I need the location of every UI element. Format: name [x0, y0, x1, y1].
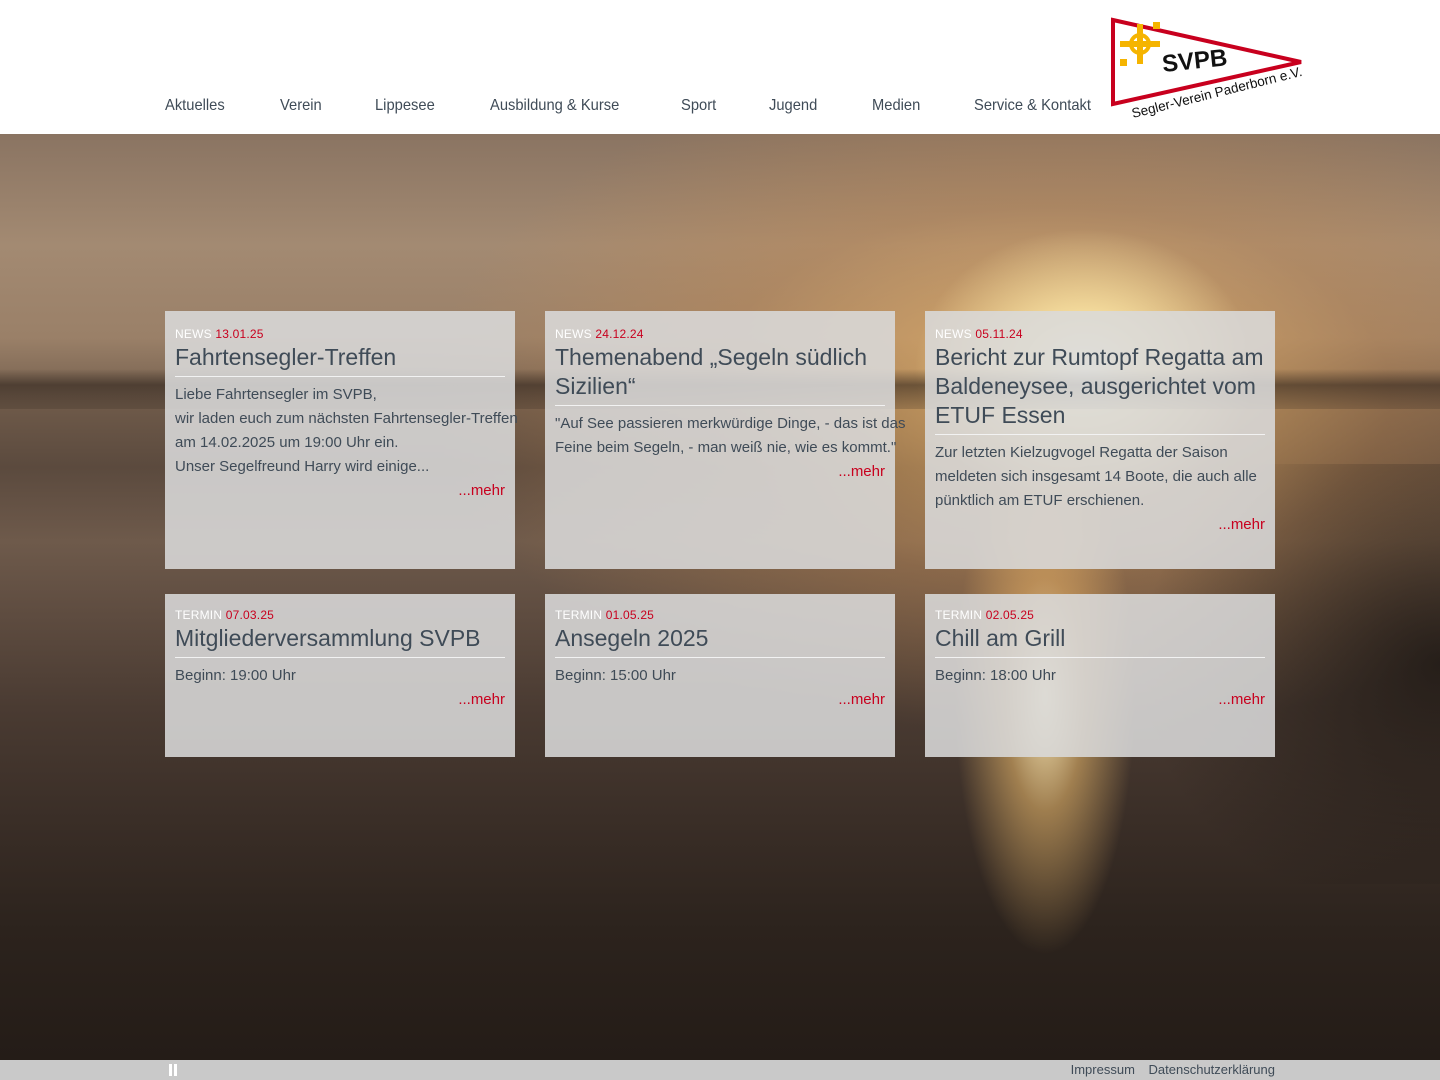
card-kind: Termin [555, 608, 603, 622]
news-card[interactable]: News 24.12.24 Themenabend „Segeln südlic… [545, 311, 906, 569]
footer-link-datenschutz[interactable]: Datenschutzerklärung [1149, 1062, 1275, 1077]
card-title-line: Sizilien“ [555, 373, 636, 399]
footer-link-impressum[interactable]: Impressum [1071, 1062, 1135, 1077]
card-meta: News 24.12.24 [555, 325, 885, 343]
card-title-line: ETUF Essen [935, 402, 1066, 428]
card-meta: News 13.01.25 [175, 325, 505, 343]
card-text-line: pünktlich am ETUF erschienen. [935, 492, 1145, 509]
card-text: Beginn: 18:00 Uhr [935, 664, 1265, 688]
site-header: Aktuelles Verein Lippesee Ausbildung & K… [0, 0, 1440, 134]
event-card[interactable]: Termin 02.05.25 Chill am Grill Beginn: 1… [925, 594, 1275, 757]
nav-item-service-kontakt[interactable]: Service & Kontakt [974, 97, 1091, 115]
svpb-logo[interactable]: SVPB Segler-Verein Paderborn e.V. [1105, 14, 1310, 124]
card-text-line: am 14.02.2025 um 19:00 Uhr ein. [175, 434, 399, 451]
card-meta: News 05.11.24 [935, 325, 1265, 343]
card-text: "Auf See passieren merkwürdige Dinge, - … [555, 412, 906, 460]
more-link[interactable]: ...mehr [175, 688, 505, 712]
card-title-line: Bericht zur Rumtopf Regatta am [935, 344, 1264, 370]
card-text-line: "Auf See passieren merkwürdige Dinge, - … [555, 415, 906, 432]
card-date: 05.11.24 [975, 327, 1023, 341]
site-footer: Impressum Datenschutzerklärung [0, 1060, 1440, 1080]
card-title[interactable]: Ansegeln 2025 [555, 624, 885, 658]
card-title[interactable]: Chill am Grill [935, 624, 1265, 658]
more-link[interactable]: ...mehr [935, 688, 1265, 712]
more-link[interactable]: ...mehr [175, 479, 505, 503]
card-date: 01.05.25 [605, 608, 655, 622]
card-title[interactable]: Themenabend „Segeln südlich Sizilien“ [555, 343, 885, 406]
card-text-line: wir laden euch zum nächsten Fahrtensegle… [175, 410, 518, 427]
news-card[interactable]: News 13.01.25 Fahrtensegler-Treffen Lieb… [165, 311, 518, 569]
footer-links: Impressum Datenschutzerklärung [1061, 1062, 1275, 1077]
card-text: Liebe Fahrtensegler im SVPB, wir laden e… [175, 383, 518, 479]
event-card[interactable]: Termin 07.03.25 Mitgliederversammlung SV… [165, 594, 515, 757]
more-link[interactable]: ...mehr [935, 513, 1265, 537]
card-date: 02.05.25 [985, 608, 1035, 622]
card-kind: News [555, 327, 592, 341]
event-card[interactable]: Termin 01.05.25 Ansegeln 2025 Beginn: 15… [545, 594, 895, 757]
more-link[interactable]: ...mehr [555, 688, 885, 712]
card-meta: Termin 01.05.25 [555, 606, 885, 624]
card-title[interactable]: Mitgliederversammlung SVPB [175, 624, 505, 658]
card-kind: News [935, 327, 972, 341]
card-text: Beginn: 15:00 Uhr [555, 664, 885, 688]
nav-item-sport[interactable]: Sport [681, 97, 716, 115]
card-title-line: Baldeneysee, ausgerichtet vom [935, 373, 1256, 399]
card-title[interactable]: Fahrtensegler-Treffen [175, 343, 505, 377]
nav-item-jugend[interactable]: Jugend [769, 97, 817, 115]
card-meta: Termin 02.05.25 [935, 606, 1265, 624]
nav-item-medien[interactable]: Medien [872, 97, 920, 115]
event-begin: Beginn: 18:00 Uhr [935, 667, 1056, 684]
nav-item-aktuelles[interactable]: Aktuelles [165, 97, 225, 115]
card-kind: Termin [935, 608, 983, 622]
more-link[interactable]: ...mehr [555, 460, 885, 484]
card-text-line: Unser Segelfreund Harry wird einige... [175, 458, 430, 475]
card-date: 24.12.24 [595, 327, 644, 341]
nav-item-verein[interactable]: Verein [280, 97, 322, 115]
card-text-line: Feine beim Segeln, - man weiß nie, wie e… [555, 439, 897, 456]
card-text-line: Zur letzten Kielzugvogel Regatta der Sai… [935, 444, 1228, 461]
nav-item-ausbildung-kurse[interactable]: Ausbildung & Kurse [490, 97, 619, 115]
card-kind: News [175, 327, 212, 341]
card-date: 13.01.25 [215, 327, 264, 341]
card-text: Zur letzten Kielzugvogel Regatta der Sai… [935, 441, 1265, 513]
event-begin: Beginn: 15:00 Uhr [555, 667, 676, 684]
card-meta: Termin 07.03.25 [175, 606, 505, 624]
card-kind: Termin [175, 608, 223, 622]
card-title[interactable]: Bericht zur Rumtopf Regatta am Baldeneys… [935, 343, 1265, 435]
card-text-line: Liebe Fahrtensegler im SVPB, [175, 386, 377, 403]
card-text: Beginn: 19:00 Uhr [175, 664, 505, 688]
event-begin: Beginn: 19:00 Uhr [175, 667, 296, 684]
card-title-line: Themenabend „Segeln südlich [555, 344, 867, 370]
nav-item-lippesee[interactable]: Lippesee [375, 97, 435, 115]
card-date: 07.03.25 [225, 608, 275, 622]
pause-icon[interactable] [168, 1064, 178, 1076]
main-nav: Aktuelles Verein Lippesee Ausbildung & K… [165, 97, 1151, 115]
news-card[interactable]: News 05.11.24 Bericht zur Rumtopf Regatt… [925, 311, 1275, 569]
card-text-line: meldeten sich insgesamt 14 Boote, die au… [935, 468, 1257, 485]
